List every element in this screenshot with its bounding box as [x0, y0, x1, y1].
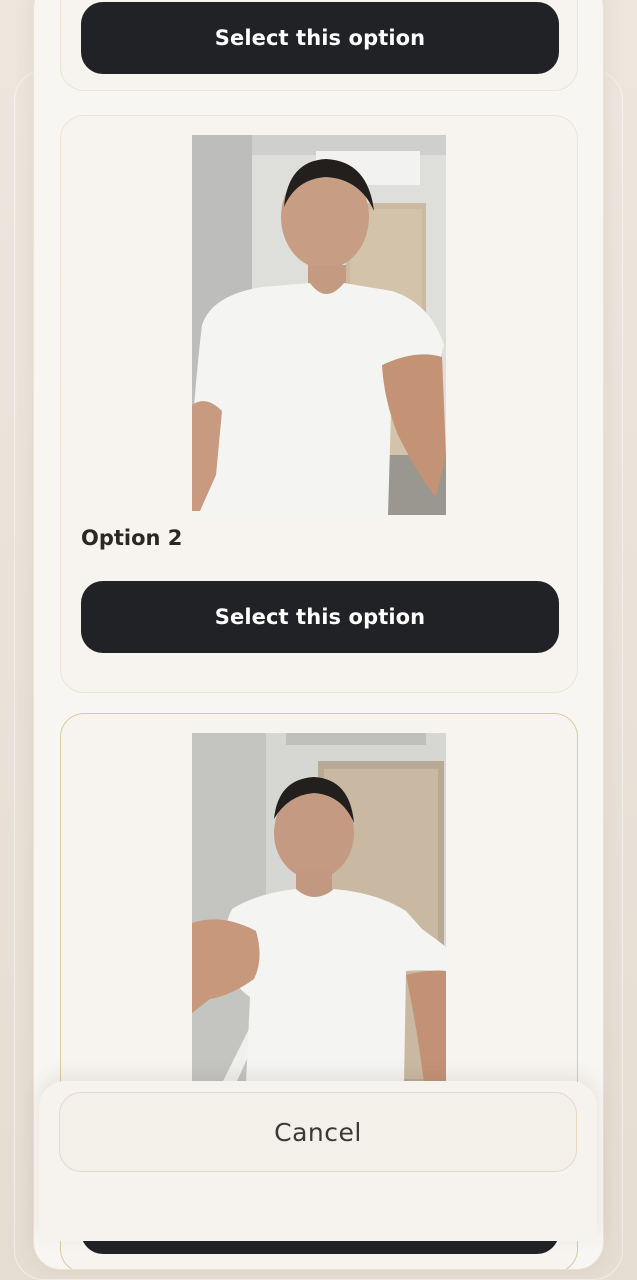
cancel-panel: Cancel: [39, 1081, 597, 1241]
selfie-image-3: [192, 733, 446, 1083]
option-3-photo: [192, 733, 446, 1083]
cancel-button[interactable]: Cancel: [59, 1092, 577, 1172]
select-option-1-button[interactable]: Select this option: [81, 2, 559, 74]
option-card-2: Option 2 Select this option: [60, 115, 578, 693]
option-2-label: Option 2: [81, 526, 183, 550]
options-sheet: Select this option Option 2 Select this …: [33, 0, 604, 1270]
select-option-2-button[interactable]: Select this option: [81, 581, 559, 653]
selfie-image-2: [192, 135, 446, 515]
option-2-photo: [192, 135, 446, 515]
option-card-1: Select this option: [60, 0, 578, 91]
